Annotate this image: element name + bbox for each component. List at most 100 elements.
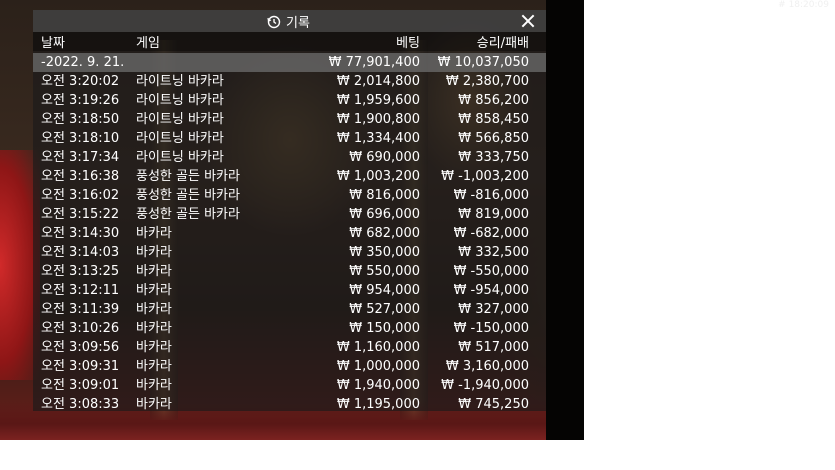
row-time: 오전 3:16:02 [41,188,120,203]
row-game: 바카라 [136,245,172,260]
row-result: ₩ 858,450 [458,112,529,127]
history-panel: 기록 날짜 게임 베팅 승리/패배 -2022. 9. 21. ₩ 77,901… [33,10,546,414]
row-game: 바카라 [136,397,172,412]
close-icon[interactable] [518,11,538,31]
table-header: 날짜 게임 베팅 승리/패배 [33,32,546,51]
table-row[interactable]: 오전 3:11:39 바카라 ₩ 527,000 ₩ 327,000 [33,300,546,319]
column-bet: 베팅 [396,36,420,51]
row-time: 오전 3:18:50 [41,112,120,127]
row-bet: ₩ 1,160,000 [336,340,420,355]
row-result: ₩ 856,200 [458,93,529,108]
table-row[interactable]: 오전 3:18:50 라이트닝 바카라 ₩ 1,900,800 ₩ 858,450 [33,110,546,129]
history-icon [267,15,281,28]
row-game: 바카라 [136,378,172,393]
row-result: ₩ 2,380,700 [445,74,529,89]
row-result: ₩ 745,250 [458,397,529,412]
table-row[interactable]: 오전 3:17:34 라이트닝 바카라 ₩ 690,000 ₩ 333,750 [33,148,546,167]
table-row[interactable]: 오전 3:16:38 풍성한 골든 바카라 ₩ 1,003,200 ₩ -1,003,… [33,167,546,186]
row-time: 오전 3:20:02 [41,74,120,89]
row-bet: ₩ 1,940,000 [336,378,420,393]
row-time: 오전 3:18:10 [41,131,120,146]
row-game: 풍성한 골든 바카라 [136,207,240,222]
row-game: 라이트닝 바카라 [136,74,224,89]
row-game: 라이트닝 바카라 [136,112,224,127]
row-time: 오전 3:17:34 [41,150,120,165]
column-game: 게임 [136,36,160,51]
row-game: 바카라 [136,264,172,279]
row-bet: ₩ 350,000 [349,245,420,260]
row-result: ₩ 517,000 [458,340,529,355]
row-time: 오전 3:19:26 [41,93,120,108]
table-row[interactable]: 오전 3:18:10 라이트닝 바카라 ₩ 1,334,400 ₩ 566,850 [33,129,546,148]
history-title-text: 기록 [286,16,310,31]
row-time: 오전 3:09:01 [41,378,120,393]
row-bet: ₩ 1,003,200 [336,169,420,184]
table-row[interactable]: 오전 3:09:56 바카라 ₩ 1,160,000 ₩ 517,000 [33,338,546,357]
row-bet: ₩ 816,000 [349,188,420,203]
row-bet: ₩ 1,195,000 [336,397,420,412]
row-time: 오전 3:14:03 [41,245,120,260]
table-row[interactable]: 오전 3:20:02 라이트닝 바카라 ₩ 2,014,800 ₩ 2,380,700 [33,72,546,91]
side-strip [546,0,584,440]
summary-result: ₩ 10,037,050 [437,55,529,70]
row-time: 오전 3:12:11 [41,283,120,298]
row-time: 오전 3:13:25 [41,264,120,279]
row-game: 바카라 [136,283,172,298]
table-row[interactable]: 오전 3:09:01 바카라 ₩ 1,940,000 ₩ -1,940,000 [33,376,546,395]
history-title-bar: 기록 [33,10,546,32]
row-game: 풍성한 골든 바카라 [136,188,240,203]
row-result: ₩ -682,000 [453,226,529,241]
row-result: ₩ -816,000 [453,188,529,203]
row-bet: ₩ 690,000 [349,150,420,165]
column-date: 날짜 [41,36,65,51]
row-bet: ₩ 696,000 [349,207,420,222]
row-game: 바카라 [136,340,172,355]
row-game: 바카라 [136,321,172,336]
row-result: ₩ -550,000 [453,264,529,279]
row-result: ₩ -954,000 [453,283,529,298]
row-time: 오전 3:09:31 [41,359,120,374]
clock-readout: # 18:20:09 [778,0,829,10]
row-time: 오전 3:15:22 [41,207,120,222]
row-bet: ₩ 150,000 [349,321,420,336]
table-row[interactable]: 오전 3:14:30 바카라 ₩ 682,000 ₩ -682,000 [33,224,546,243]
table-row[interactable]: 오전 3:19:26 라이트닝 바카라 ₩ 1,959,600 ₩ 856,200 [33,91,546,110]
row-game: 라이트닝 바카라 [136,131,224,146]
row-bet: ₩ 1,900,800 [336,112,420,127]
table-row[interactable]: 오전 3:09:31 바카라 ₩ 1,000,000 ₩ 3,160,000 [33,357,546,376]
row-result: ₩ 333,750 [458,150,529,165]
row-bet: ₩ 527,000 [349,302,420,317]
table-row[interactable]: 오전 3:16:02 풍성한 골든 바카라 ₩ 816,000 ₩ -816,000 [33,186,546,205]
table-row[interactable]: 오전 3:14:03 바카라 ₩ 350,000 ₩ 332,500 [33,243,546,262]
table-row[interactable]: 오전 3:15:22 풍성한 골든 바카라 ₩ 696,000 ₩ 819,000 [33,205,546,224]
row-result: ₩ -150,000 [453,321,529,336]
row-result: ₩ 332,500 [458,245,529,260]
row-bet: ₩ 2,014,800 [336,74,420,89]
row-bet: ₩ 954,000 [349,283,420,298]
row-game: 바카라 [136,359,172,374]
column-result: 승리/패배 [476,36,529,51]
row-result: ₩ -1,940,000 [441,378,529,393]
row-bet: ₩ 682,000 [349,226,420,241]
table-row[interactable]: 오전 3:10:26 바카라 ₩ 150,000 ₩ -150,000 [33,319,546,338]
row-result: ₩ 327,000 [458,302,529,317]
table-row[interactable]: 오전 3:08:33 바카라 ₩ 1,195,000 ₩ 745,250 [33,395,546,414]
row-time: 오전 3:10:26 [41,321,120,336]
table-row[interactable]: 오전 3:12:11 바카라 ₩ 954,000 ₩ -954,000 [33,281,546,300]
table-row[interactable]: 오전 3:13:25 바카라 ₩ 550,000 ₩ -550,000 [33,262,546,281]
row-time: 오전 3:11:39 [41,302,120,317]
row-game: 풍성한 골든 바카라 [136,169,240,184]
summary-row[interactable]: -2022. 9. 21. ₩ 77,901,400 ₩ 10,037,050 [33,53,546,72]
summary-bet: ₩ 77,901,400 [328,55,420,70]
history-title: 기록 [267,12,310,31]
row-game: 바카라 [136,226,172,241]
row-bet: ₩ 1,959,600 [336,93,420,108]
row-game: 바카라 [136,302,172,317]
row-bet: ₩ 1,000,000 [336,359,420,374]
row-time: 오전 3:16:38 [41,169,120,184]
row-result: ₩ 566,850 [458,131,529,146]
row-time: 오전 3:14:30 [41,226,120,241]
row-bet: ₩ 1,334,400 [336,131,420,146]
row-result: ₩ 819,000 [458,207,529,222]
summary-date: -2022. 9. 21. [41,55,125,70]
